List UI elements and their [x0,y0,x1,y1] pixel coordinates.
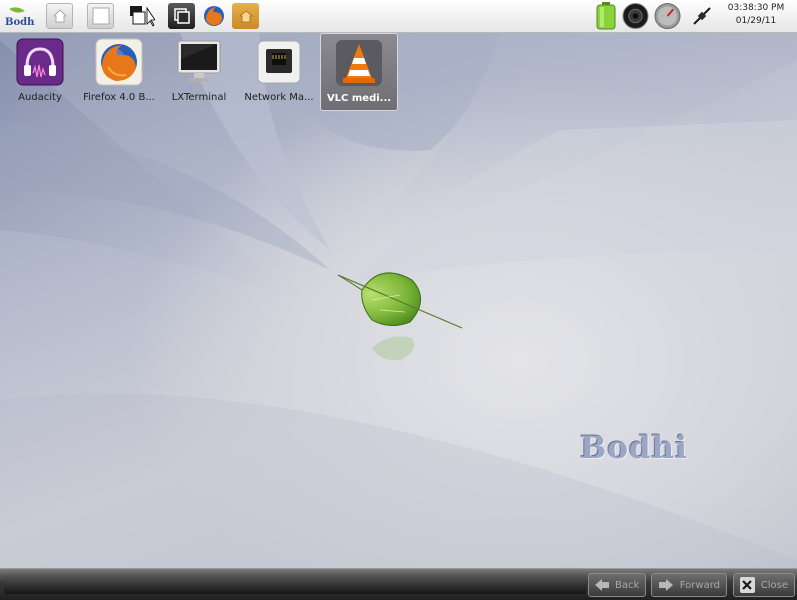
home-launcher[interactable] [46,3,73,29]
desktop-icon-lxterminal[interactable]: LXTerminal [160,33,238,111]
desktop-icon-label: LXTerminal [171,92,227,103]
bodhi-watermark: Bodhi [580,430,688,466]
bodhi-logo-icon: Bodhi [5,7,35,27]
volume-tray[interactable] [622,2,649,30]
folder-home-icon [238,10,253,23]
network-tray[interactable] [688,3,715,29]
desktop-icon-label: Network Ma... [244,92,314,103]
back-button[interactable]: Back [588,573,646,597]
network-plug-icon [692,7,711,25]
desktop-icon-label: VLC medi... [326,93,392,104]
firefox-icon [203,6,224,26]
cpu-gauge-icon [654,2,681,30]
folder-launcher[interactable] [232,3,259,29]
home-icon [52,9,67,23]
clock[interactable]: 03:38:30 PM 01/29/11 [723,2,789,28]
svg-text:Bodhi: Bodhi [5,17,35,27]
desktop-icon-firefox[interactable]: Firefox 4.0 B... [80,33,158,111]
cpu-tray[interactable] [654,2,681,30]
firefox-launcher[interactable] [200,3,227,29]
battery-icon [596,2,615,30]
audacity-icon [16,38,64,86]
blank-window-launcher[interactable] [87,3,114,29]
battery-tray[interactable] [592,2,619,30]
bottom-track [4,574,586,594]
terminal-icon [177,40,221,82]
volume-icon [622,2,649,30]
clock-date: 01/29/11 [735,16,777,26]
desktop-icon-network-manager[interactable]: Network Ma... [240,33,318,111]
firefox-icon [95,38,143,86]
bottom-bar: Back Forward Close [0,568,797,600]
desktop-icon-vlc[interactable]: VLC medi... [320,33,398,111]
desktop-icon-audacity[interactable]: Audacity [1,33,79,111]
desktop-icon-label: Firefox 4.0 B... [83,92,155,103]
network-manager-icon [257,40,301,84]
back-label: Back [615,579,640,591]
forward-button[interactable]: Forward [651,573,727,597]
bodhi-menu-button[interactable]: Bodhi [2,3,36,29]
close-button[interactable]: Close [733,573,795,597]
window-switch-launcher[interactable] [168,3,195,29]
blank-window-icon [92,7,109,25]
pager-icon [129,6,155,27]
desktop-icon-label: Audacity [18,92,62,103]
close-label: Close [760,579,788,591]
top-panel: Bodhi 03:38:30 PM 01/29/11 [0,0,797,33]
pager-launcher[interactable] [128,3,155,29]
close-icon [740,577,755,593]
clock-time: 03:38:30 PM [727,3,785,13]
desktop: Bodhi 03:38:30 PM 01/29/11 Audacity Fire… [0,0,797,600]
vlc-icon [336,40,382,86]
forward-label: Forward [679,579,720,591]
leaf-logo [337,272,463,361]
arrow-left-icon [595,577,609,593]
arrow-right-icon [658,577,674,593]
window-switch-icon [173,8,190,24]
